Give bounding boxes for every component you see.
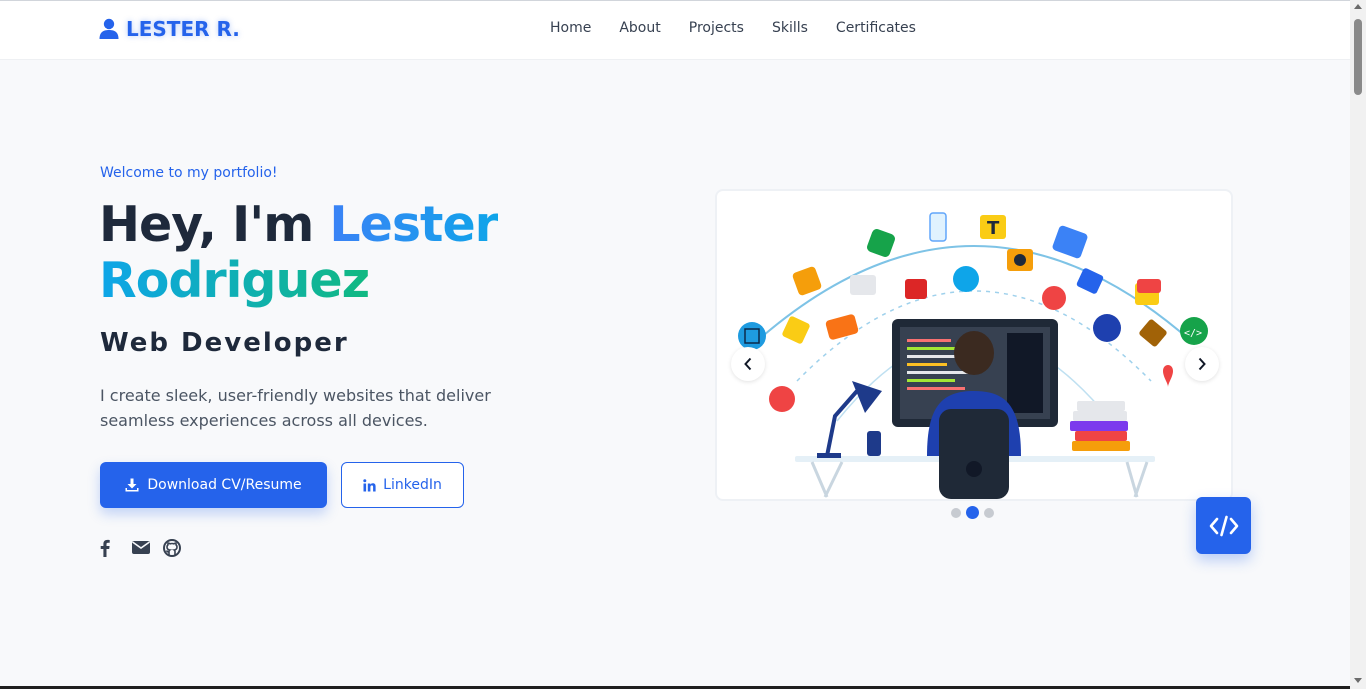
carousel-next-button[interactable]: [1185, 347, 1219, 381]
social-links: [99, 539, 183, 557]
first-name: Lester: [329, 196, 498, 253]
carousel-prev-button[interactable]: [731, 347, 765, 381]
download-icon: [125, 478, 139, 492]
user-icon: [99, 18, 119, 39]
role-title: Web Developer: [100, 328, 349, 358]
hero-description: I create sleek, user-friendly websites t…: [100, 386, 491, 430]
linkedin-icon: [363, 478, 376, 491]
last-name: Rodriguez: [99, 252, 370, 309]
scroll-down-arrow-icon[interactable]: [1354, 678, 1362, 683]
svg-text:T: T: [987, 218, 1000, 239]
nav-certificates[interactable]: Certificates: [822, 20, 930, 36]
code-fab-button[interactable]: [1196, 497, 1251, 554]
envelope-icon[interactable]: [131, 539, 151, 557]
greeting-text: Hey, I'm: [99, 196, 314, 253]
carousel-dot-1[interactable]: [951, 507, 961, 518]
page-scrollbar[interactable]: [1350, 0, 1366, 689]
nav-projects[interactable]: Projects: [675, 20, 758, 36]
brand-name: LESTER R.: [126, 17, 240, 41]
github-icon[interactable]: [163, 539, 183, 557]
main-nav: Home About Projects Skills Certificates: [536, 20, 930, 36]
download-cv-button[interactable]: Download CV/Resume: [100, 462, 327, 508]
svg-text:</>: </>: [1184, 328, 1202, 339]
linkedin-label: LinkedIn: [383, 477, 442, 493]
download-cv-label: Download CV/Resume: [147, 477, 302, 493]
brand-logo[interactable]: LESTER R.: [99, 17, 240, 41]
chevron-left-icon: [744, 357, 752, 371]
hero-carousel[interactable]: T </>: [715, 189, 1233, 501]
developer-illustration: T </>: [738, 212, 1208, 499]
site-header: LESTER R. Home About Projects Skills Cer…: [0, 1, 1350, 60]
chevron-right-icon: [1198, 357, 1206, 371]
scroll-up-arrow-icon[interactable]: [1354, 4, 1362, 9]
welcome-text: Welcome to my portfolio!: [100, 165, 278, 181]
scroll-thumb[interactable]: [1354, 19, 1362, 95]
hero-headline: Hey, I'm Lester Rodriguez: [99, 197, 619, 309]
linkedin-button[interactable]: LinkedIn: [341, 462, 464, 508]
nav-home[interactable]: Home: [536, 20, 605, 36]
nav-about[interactable]: About: [605, 20, 674, 36]
code-icon: [1209, 515, 1238, 536]
carousel-dot-2[interactable]: [966, 506, 979, 519]
carousel-indicators: [951, 506, 994, 519]
carousel-dot-3[interactable]: [984, 507, 994, 518]
nav-skills[interactable]: Skills: [758, 20, 822, 36]
facebook-icon[interactable]: [99, 539, 119, 557]
